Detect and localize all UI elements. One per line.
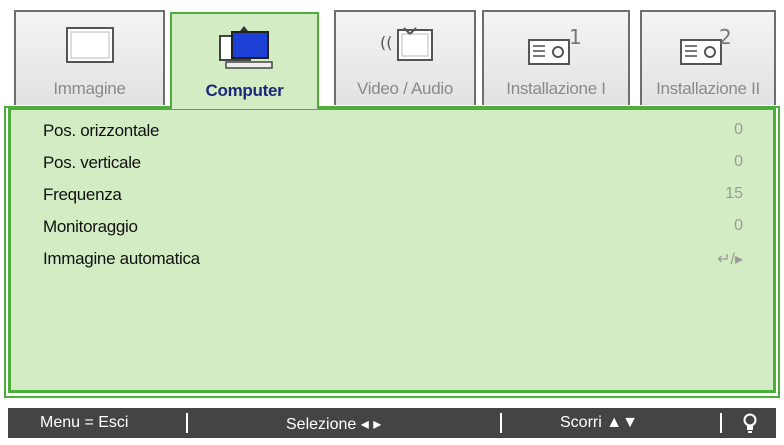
computer-icon: [218, 26, 273, 69]
osd-menu: Immagine Computer (( Video / Audio 1 Ins…: [0, 0, 784, 445]
menu-row-value: 15: [725, 185, 743, 202]
menu-row-label: Pos. verticale: [43, 153, 141, 172]
menu-row-pos-verticale[interactable]: Pos. verticale 0: [11, 148, 773, 180]
setup-1-icon: 1: [528, 25, 582, 65]
tab-installazione-ii[interactable]: 2 Installazione II: [640, 10, 776, 105]
menu-row-value: 0: [734, 121, 743, 138]
menu-exit-hint: Menu = Esci: [40, 414, 129, 431]
tab-computer[interactable]: Computer: [170, 12, 319, 109]
screen-icon: [65, 27, 114, 63]
svg-text:2: 2: [719, 25, 732, 49]
tab-installazione-i[interactable]: 1 Installazione I: [482, 10, 630, 105]
scroll-hint: Scorri ▲▼: [560, 414, 638, 431]
separator: [500, 413, 502, 433]
setup-2-icon: 2: [680, 25, 732, 65]
menu-row-monitoraggio[interactable]: Monitoraggio 0: [11, 212, 773, 244]
video-audio-icon: ((: [380, 27, 433, 61]
menu-row-value: 0: [734, 217, 743, 234]
computer-settings-panel: Pos. orizzontale 0 Pos. verticale 0 Freq…: [8, 107, 776, 393]
menu-row-label: Immagine automatica: [43, 249, 200, 268]
svg-text:((: ((: [380, 33, 392, 52]
tab-installazione-ii-label: Installazione II: [656, 79, 760, 98]
lightbulb-icon: [743, 413, 757, 433]
tab-video-audio-label: Video / Audio: [357, 79, 453, 98]
menu-row-label: Monitoraggio: [43, 217, 138, 236]
menu-row-frequenza[interactable]: Frequenza 15: [11, 180, 773, 212]
tab-immagine-label: Immagine: [53, 79, 126, 98]
menu-row-value: 0: [734, 153, 743, 170]
menu-row-immagine-automatica[interactable]: Immagine automatica ↵/▸: [11, 244, 773, 276]
menu-row-pos-orizzontale[interactable]: Pos. orizzontale 0: [11, 116, 773, 148]
select-hint: Selezione ◂ ▸: [286, 416, 382, 433]
tab-computer-label: Computer: [205, 81, 284, 100]
enter-right-icon: ↵/▸: [717, 251, 743, 268]
tab-installazione-i-label: Installazione I: [506, 79, 606, 98]
tab-immagine[interactable]: Immagine: [14, 10, 165, 105]
svg-text:1: 1: [569, 25, 582, 49]
tab-video-audio[interactable]: (( Video / Audio: [334, 10, 476, 105]
separator: [720, 413, 722, 433]
menu-row-label: Pos. orizzontale: [43, 121, 160, 140]
menu-row-label: Frequenza: [43, 185, 122, 204]
help-bar: Menu = Esci Selezione ◂ ▸ Scorri ▲▼: [8, 408, 776, 438]
separator: [186, 413, 188, 433]
